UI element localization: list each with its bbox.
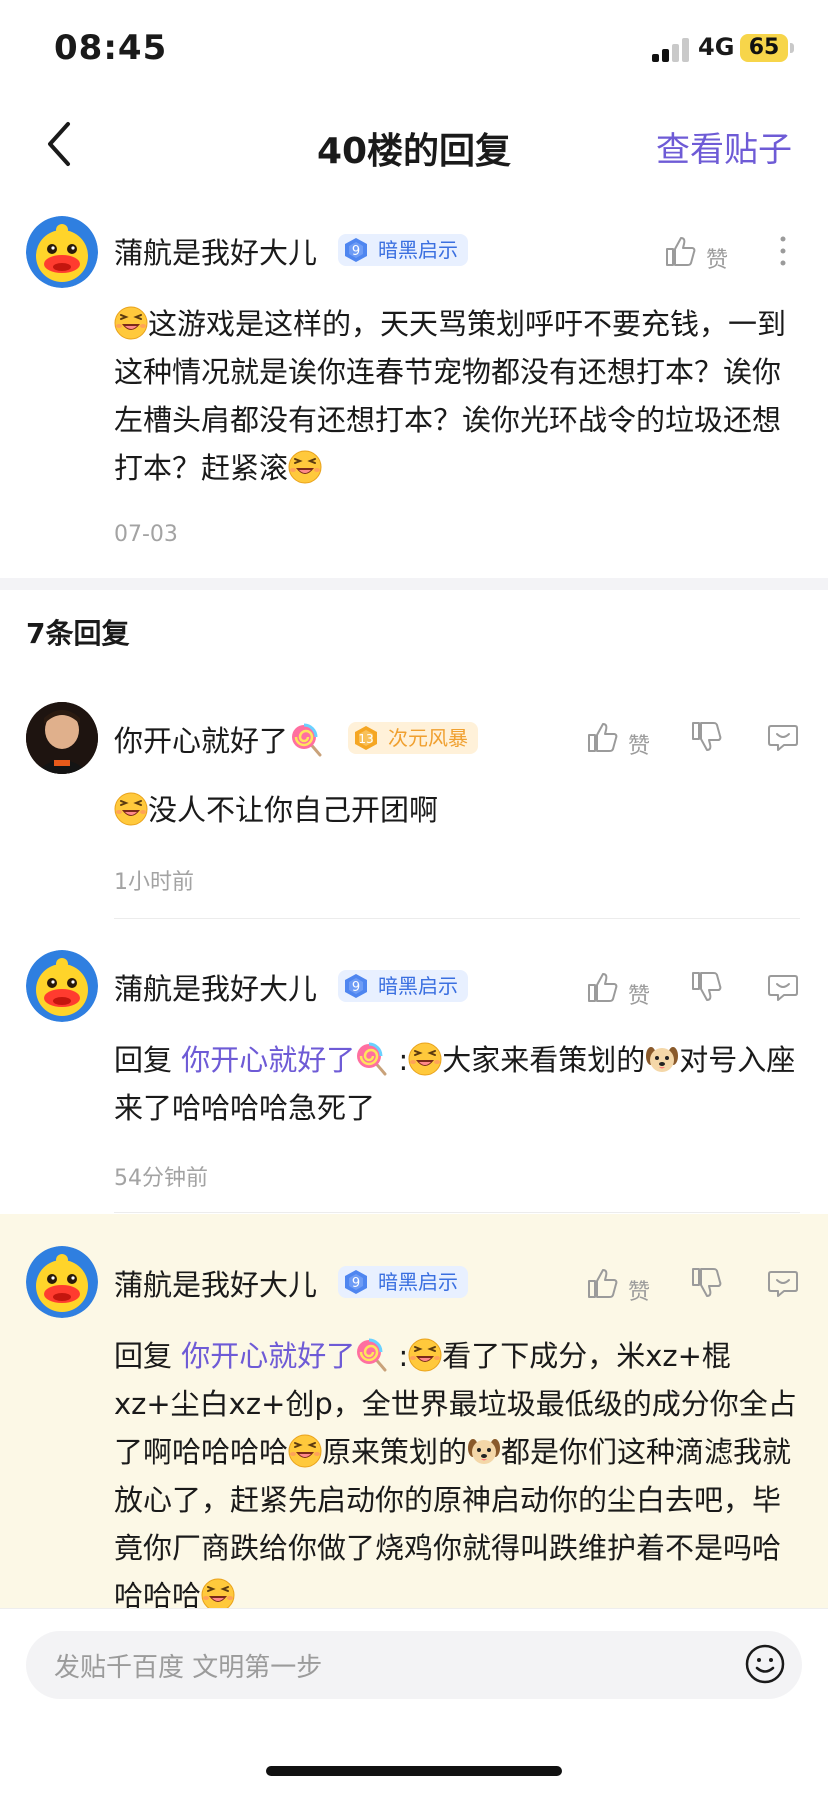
user-photo-avatar bbox=[26, 702, 98, 774]
clown-avatar-icon bbox=[26, 216, 98, 288]
nav-bar: 40楼的回复 查看贴子 bbox=[0, 100, 828, 190]
avatar[interactable] bbox=[26, 702, 98, 774]
comment-icon[interactable] bbox=[766, 1266, 800, 1300]
thumbs-up-icon bbox=[586, 720, 620, 754]
reply-time: 54分钟前 bbox=[114, 1166, 208, 1191]
reply-content: 没人不让你自己开团啊 bbox=[114, 786, 804, 834]
badge-title: 暗黑启示 bbox=[378, 238, 458, 262]
like-label: 赞 bbox=[628, 1280, 651, 1305]
home-indicator[interactable] bbox=[266, 1766, 562, 1776]
svg-text:13: 13 bbox=[358, 732, 373, 746]
dog-emoji-icon bbox=[645, 1042, 679, 1076]
username[interactable]: 你开心就好了 bbox=[114, 718, 324, 760]
like-button[interactable]: 赞 bbox=[586, 1266, 666, 1305]
reply-count: 7条回复 bbox=[26, 617, 130, 650]
reply-to-link[interactable]: 你开心就好了 bbox=[181, 1339, 389, 1373]
avatar[interactable] bbox=[26, 950, 98, 1022]
reply-content: 回复 你开心就好了 : 大家来看策划的 对号入座来了哈哈哈哈急死了 bbox=[114, 1042, 796, 1125]
laughing-emoji-icon bbox=[114, 792, 148, 826]
username[interactable]: 蒲航是我好大儿 bbox=[114, 230, 317, 272]
level-shield-icon: 13 bbox=[352, 724, 380, 752]
section-divider bbox=[0, 578, 828, 590]
input-placeholder: 发贴千百度 文明第一步 bbox=[54, 1653, 323, 1683]
level-badge: 9 暗黑启示 bbox=[338, 1266, 468, 1298]
badge-title: 暗黑启示 bbox=[378, 974, 458, 998]
avatar[interactable] bbox=[26, 216, 98, 288]
comment-icon[interactable] bbox=[766, 720, 800, 754]
clown-avatar-icon bbox=[26, 950, 98, 1022]
lollipop-icon bbox=[290, 723, 324, 757]
level-badge: 13 次元风暴 bbox=[348, 722, 478, 754]
reply-to-link[interactable]: 你开心就好了 bbox=[181, 1043, 389, 1077]
status-time: 08:45 bbox=[54, 28, 168, 68]
thumbs-up-icon bbox=[586, 1266, 620, 1300]
badge-title: 暗黑启示 bbox=[378, 1270, 458, 1294]
level-shield-icon: 9 bbox=[342, 972, 370, 1000]
svg-text:9: 9 bbox=[352, 244, 360, 259]
laughing-emoji-icon bbox=[408, 1338, 442, 1372]
username[interactable]: 蒲航是我好大儿 bbox=[114, 1262, 317, 1304]
like-button[interactable]: 赞 bbox=[664, 234, 744, 273]
level-badge: 9 暗黑启示 bbox=[338, 970, 468, 1002]
clown-avatar-icon bbox=[26, 1246, 98, 1318]
like-button[interactable]: 赞 bbox=[586, 970, 666, 1009]
view-post-link[interactable]: 查看贴子 bbox=[656, 122, 792, 171]
reply-content: 回复 你开心就好了 : 看了下成分，米xz+棍xz+尘白xz+创p，全世界最垃圾最… bbox=[114, 1332, 804, 1608]
laughing-emoji-icon bbox=[114, 306, 148, 340]
laughing-emoji-icon bbox=[288, 1434, 322, 1468]
like-label: 赞 bbox=[628, 734, 651, 759]
more-icon[interactable] bbox=[778, 234, 788, 268]
badge-title: 次元风暴 bbox=[388, 726, 468, 750]
level-shield-icon: 9 bbox=[342, 236, 370, 264]
lollipop-icon bbox=[355, 1042, 389, 1076]
comment-input[interactable]: 发贴千百度 文明第一步 bbox=[26, 1631, 802, 1699]
username[interactable]: 蒲航是我好大儿 bbox=[114, 966, 317, 1008]
post-content: 这游戏是这样的，天天骂策划呼吁不要充钱，一到这种情况就是诶你连春节宠物都没有还想… bbox=[114, 306, 787, 485]
avatar[interactable] bbox=[26, 1246, 98, 1318]
thumbs-down-icon[interactable] bbox=[690, 720, 724, 754]
svg-text:9: 9 bbox=[352, 1276, 360, 1291]
thumbs-down-icon[interactable] bbox=[690, 1266, 724, 1300]
like-label: 赞 bbox=[628, 984, 651, 1009]
thumbs-up-icon bbox=[664, 234, 698, 268]
divider bbox=[114, 918, 800, 919]
divider bbox=[114, 1212, 800, 1213]
level-badge: 9 暗黑启示 bbox=[338, 234, 468, 266]
like-label: 赞 bbox=[706, 248, 729, 273]
level-shield-icon: 9 bbox=[342, 1268, 370, 1296]
status-bar: 08:45 4G 65 bbox=[0, 0, 828, 100]
laughing-emoji-icon bbox=[408, 1042, 442, 1076]
post-time: 07-03 bbox=[114, 522, 178, 547]
network-type: 4G bbox=[698, 33, 735, 61]
thumbs-down-icon[interactable] bbox=[690, 970, 724, 1004]
cellular-signal-icon bbox=[652, 38, 692, 62]
battery-icon: 65 bbox=[740, 34, 788, 62]
like-button[interactable]: 赞 bbox=[586, 720, 666, 759]
battery-nub bbox=[790, 43, 794, 53]
comment-icon[interactable] bbox=[766, 970, 800, 1004]
thumbs-up-icon bbox=[586, 970, 620, 1004]
lollipop-icon bbox=[355, 1338, 389, 1372]
reply-time: 1小时前 bbox=[114, 870, 194, 895]
emoji-smile-icon[interactable] bbox=[744, 1643, 786, 1685]
laughing-emoji-icon bbox=[288, 450, 322, 484]
svg-text:9: 9 bbox=[352, 980, 360, 995]
laughing-emoji-icon bbox=[201, 1578, 235, 1608]
dog-emoji-icon bbox=[467, 1434, 501, 1468]
